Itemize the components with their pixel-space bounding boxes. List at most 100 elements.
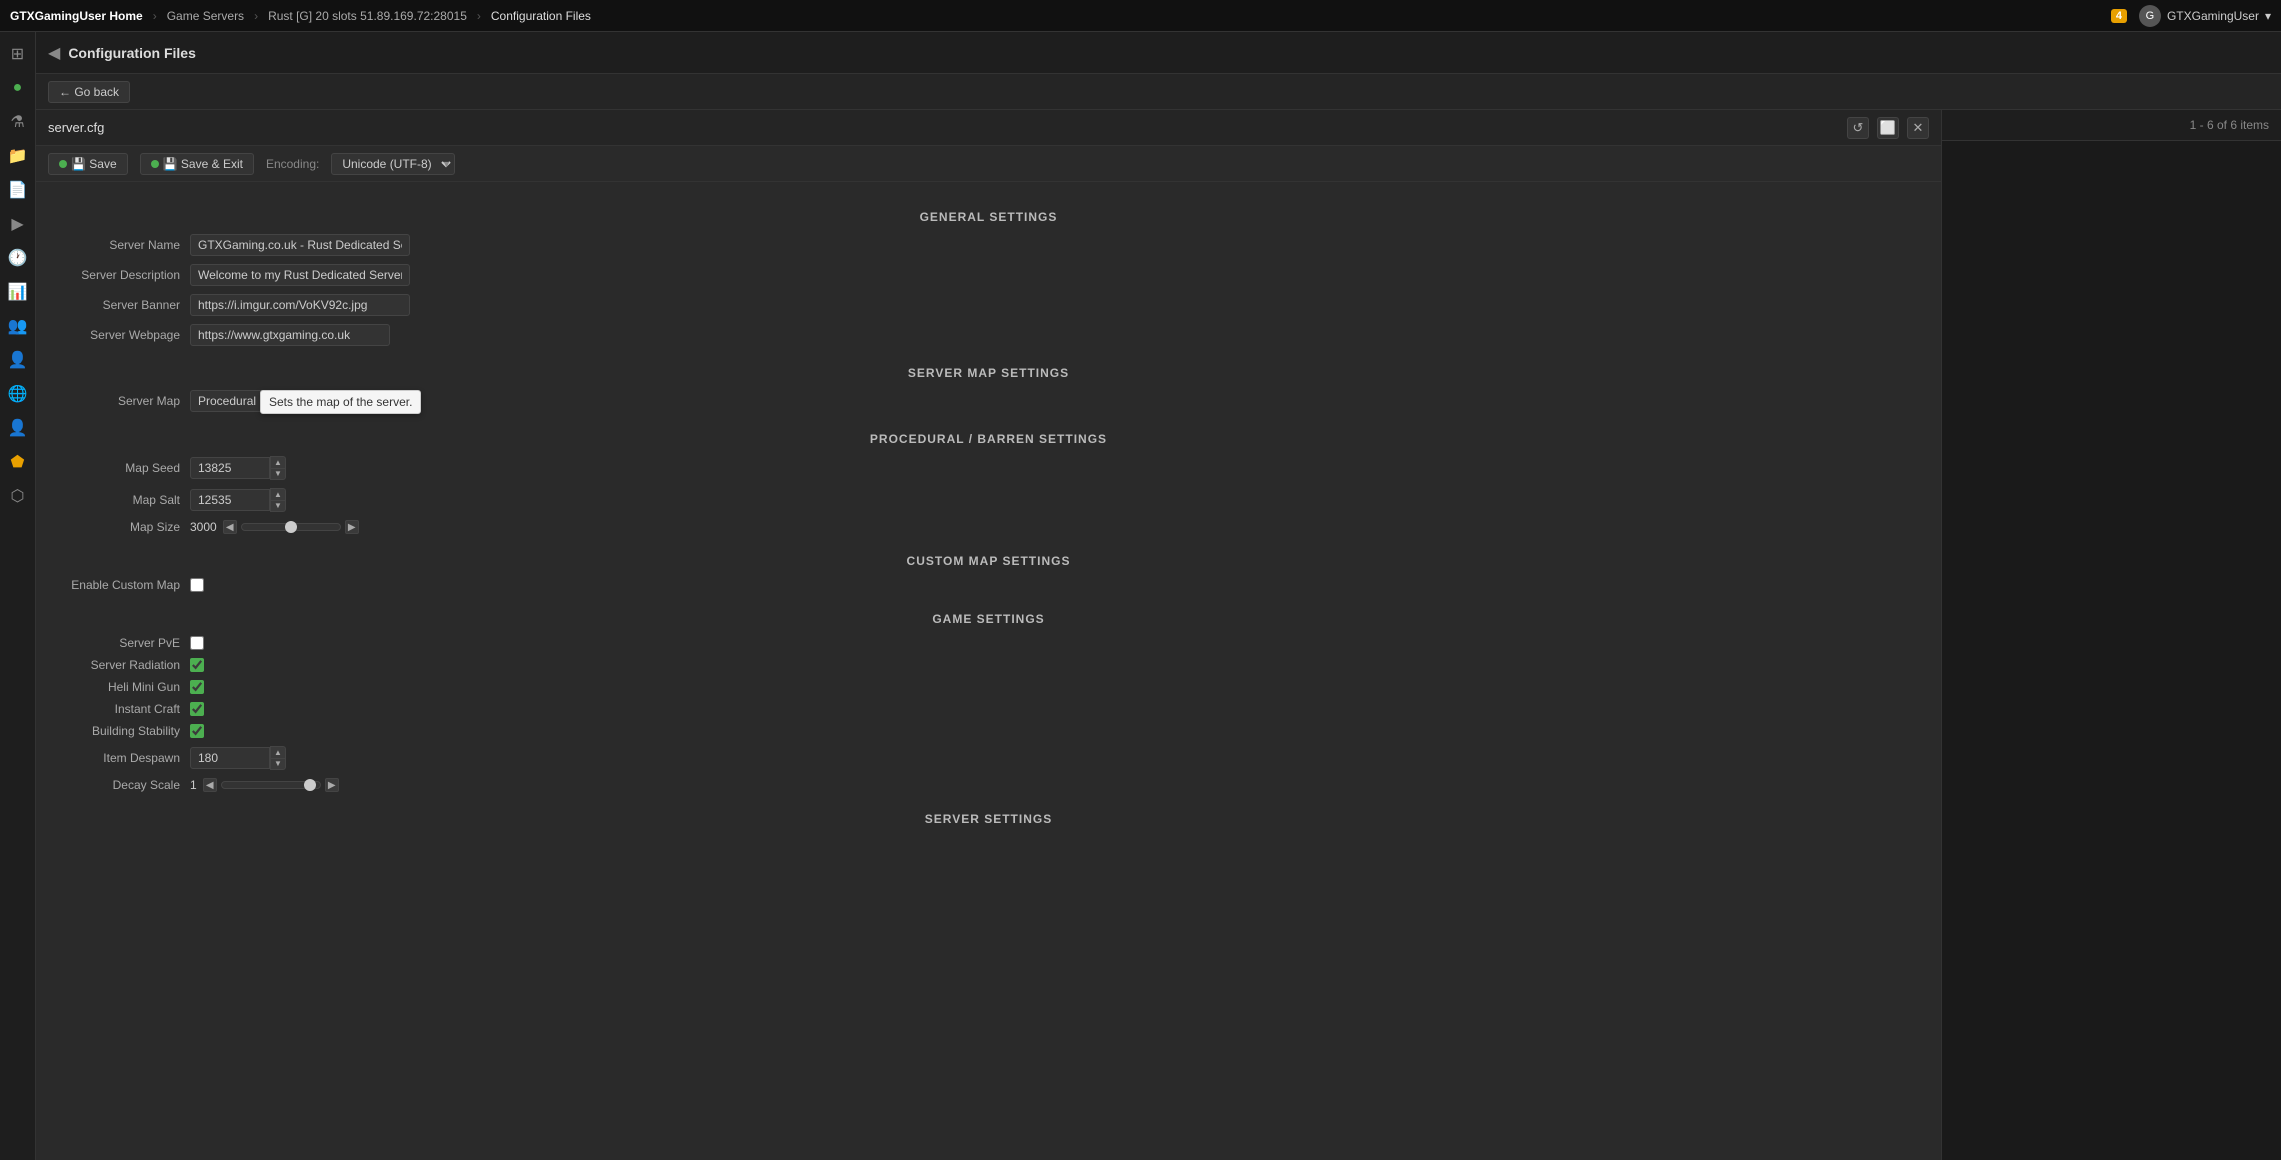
editor-body[interactable]: GENERAL SETTINGS Server Name Server Desc… [36,182,1941,1160]
nav-arrow-icon: ◀ [48,43,60,63]
enable-custom-map-checkbox[interactable] [190,578,204,592]
decay-scale-slider-right[interactable]: ▶ [325,778,339,792]
editor-container: server.cfg ↺ ⬜ ✕ 💾 Save [36,110,1941,1160]
server-banner-label: Server Banner [60,298,190,312]
user-menu[interactable]: G GTXGamingUser ▾ [2139,5,2271,27]
server-name-input[interactable] [190,234,410,256]
sidebar-item-home[interactable]: ⊞ [2,38,34,70]
go-back-button[interactable]: ← Go back [48,81,130,103]
save-button[interactable]: 💾 Save [48,153,128,175]
custom-map-header: CUSTOM MAP SETTINGS [60,554,1917,568]
item-despawn-stepper-btns: ▲ ▼ [270,746,286,770]
editor-filename: server.cfg [48,120,104,135]
map-size-slider-right[interactable]: ▶ [345,520,359,534]
decay-scale-slider-left[interactable]: ◀ [203,778,217,792]
building-stability-checkbox[interactable] [190,724,204,738]
item-despawn-row: Item Despawn ▲ ▼ [60,746,1917,770]
save-exit-button[interactable]: 💾 Save & Exit [140,153,254,175]
game-settings-header: GAME SETTINGS [60,612,1917,626]
server-description-input[interactable] [190,264,410,286]
server-banner-input[interactable] [190,294,410,316]
decay-scale-slider-track[interactable] [221,781,321,789]
breadcrumb-server[interactable]: Rust [G] 20 slots 51.89.169.72:28015 [268,9,467,23]
encoding-label: Encoding: [266,157,319,171]
maximize-button[interactable]: ⬜ [1877,117,1899,139]
sidebar-item-terminal[interactable]: ▶ [2,208,34,240]
map-seed-up[interactable]: ▲ [270,456,286,468]
page-title: Configuration Files [68,45,196,61]
save-exit-label: 💾 Save & Exit [163,157,243,171]
map-salt-input[interactable] [190,489,270,511]
save-dot [59,160,67,168]
map-salt-row: Map Salt ▲ ▼ [60,488,1917,512]
map-size-slider-wrapper: ◀ ▶ [223,520,359,534]
sidebar-item-users[interactable]: 👥 [2,310,34,342]
sidebar: ⊞ ● ⚗ 📁 📄 ▶ 🕐 📊 👥 👤 🌐 👤 ⬟ ⬡ [0,32,36,1160]
decay-scale-row: Decay Scale 1 ◀ ▶ [60,778,1917,792]
instant-craft-row: Instant Craft [60,702,1917,716]
sidebar-item-file[interactable]: 📄 [2,174,34,206]
breadcrumb-current: Configuration Files [491,9,591,23]
breadcrumb-game-servers[interactable]: Game Servers [167,9,244,23]
map-size-slider-thumb[interactable] [285,521,297,533]
encoding-wrapper: Unicode (UTF-8) ASCII UTF-16 [331,153,455,175]
general-settings-header: GENERAL SETTINGS [60,210,1917,224]
notification-badge[interactable]: 4 [2111,9,2127,23]
sidebar-item-stats[interactable]: 📊 [2,276,34,308]
server-radiation-label: Server Radiation [60,658,190,672]
server-pve-row: Server PvE [60,636,1917,650]
building-stability-label: Building Stability [60,724,190,738]
close-button[interactable]: ✕ [1907,117,1929,139]
instant-craft-checkbox[interactable] [190,702,204,716]
server-pve-checkbox[interactable] [190,636,204,650]
encoding-select[interactable]: Unicode (UTF-8) ASCII UTF-16 [331,153,455,175]
map-size-slider-left[interactable]: ◀ [223,520,237,534]
decay-scale-slider-thumb[interactable] [304,779,316,791]
server-map-tooltip: Sets the map of the server. [260,390,421,414]
map-seed-stepper-btns: ▲ ▼ [270,456,286,480]
right-panel-items-count: 1 - 6 of 6 items [1942,110,2281,141]
heli-mini-gun-label: Heli Mini Gun [60,680,190,694]
decay-scale-value: 1 [190,778,197,792]
item-despawn-input[interactable] [190,747,270,769]
item-despawn-up[interactable]: ▲ [270,746,286,758]
map-seed-down[interactable]: ▼ [270,468,286,480]
content-area: ◀ Configuration Files ← Go back server.c… [36,32,2281,1160]
server-radiation-checkbox[interactable] [190,658,204,672]
server-name-label: Server Name [60,238,190,252]
instant-craft-label: Instant Craft [60,702,190,716]
map-seed-label: Map Seed [60,461,190,475]
sidebar-item-flask[interactable]: ⚗ [2,106,34,138]
map-salt-stepper: ▲ ▼ [190,488,286,512]
sidebar-item-mod1[interactable]: ⬟ [2,446,34,478]
sidebar-item-mod2[interactable]: ⬡ [2,480,34,512]
sidebar-item-profile[interactable]: 👤 [2,412,34,444]
sidebar-item-power[interactable]: ● [2,72,34,104]
server-webpage-input[interactable] [190,324,390,346]
map-salt-down[interactable]: ▼ [270,500,286,512]
right-panel: 1 - 6 of 6 items [1941,110,2281,1160]
item-despawn-down[interactable]: ▼ [270,758,286,770]
item-despawn-stepper: ▲ ▼ [190,746,286,770]
map-salt-label: Map Salt [60,493,190,507]
building-stability-row: Building Stability [60,724,1917,738]
server-radiation-row: Server Radiation [60,658,1917,672]
map-size-slider-track[interactable] [241,523,341,531]
map-seed-input[interactable] [190,457,270,479]
sidebar-item-user[interactable]: 👤 [2,344,34,376]
server-description-label: Server Description [60,268,190,282]
map-salt-up[interactable]: ▲ [270,488,286,500]
heli-mini-gun-checkbox[interactable] [190,680,204,694]
save-label: 💾 Save [71,157,117,171]
map-seed-row: Map Seed ▲ ▼ [60,456,1917,480]
editor-header: server.cfg ↺ ⬜ ✕ [36,110,1941,146]
sidebar-item-schedule[interactable]: 🕐 [2,242,34,274]
sidebar-item-folder[interactable]: 📁 [2,140,34,172]
app-logo: GTXGamingUser Home [10,9,143,23]
sub-header: ◀ Configuration Files [36,32,2281,74]
sidebar-item-globe[interactable]: 🌐 [2,378,34,410]
reload-button[interactable]: ↺ [1847,117,1869,139]
server-description-row: Server Description [60,264,1917,286]
decay-scale-slider-wrapper: ◀ ▶ [203,778,339,792]
editor-toolbar: 💾 Save 💾 Save & Exit Encoding: Unicode (… [36,146,1941,182]
